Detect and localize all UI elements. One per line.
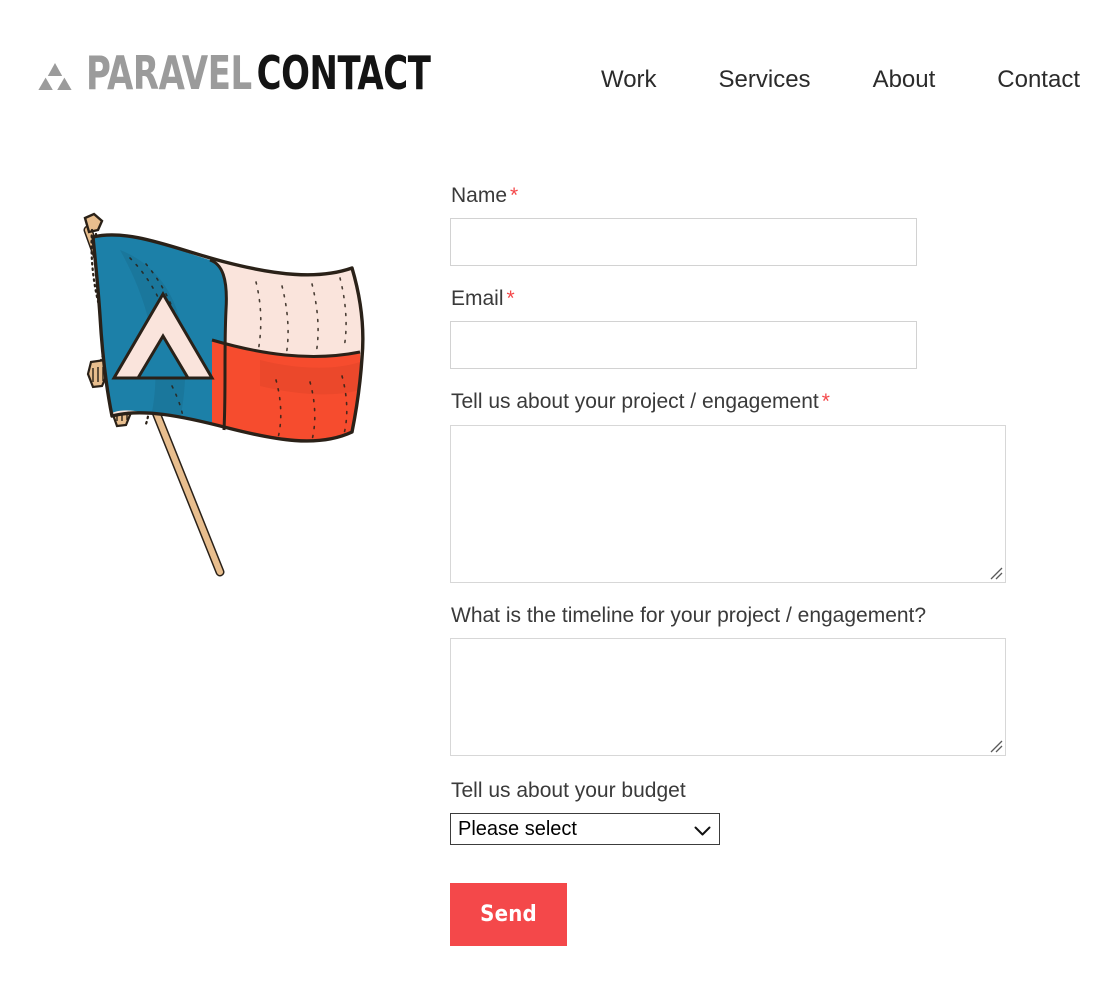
budget-label-text: Tell us about your budget	[451, 778, 686, 802]
field-group-budget: Tell us about your budget Please select	[450, 778, 1116, 845]
field-group-timeline: What is the timeline for your project / …	[450, 603, 1116, 756]
email-label: Email *	[451, 286, 1116, 311]
sierpinski-triangle-icon	[36, 61, 74, 91]
name-required-asterisk: *	[510, 184, 519, 207]
site-header: PARAVEL CONTACT Work Services About Conta…	[0, 0, 1116, 140]
field-group-email: Email *	[450, 286, 1116, 370]
timeline-label-text: What is the timeline for your project / …	[451, 603, 927, 627]
page-main: Name * Email * Tell us about your project …	[0, 140, 1116, 946]
budget-select-wrap: Please select	[450, 812, 720, 845]
nav-item-contact[interactable]: Contact	[997, 68, 1080, 92]
project-textarea-wrap	[450, 424, 1006, 583]
email-input[interactable]	[450, 321, 917, 370]
email-required-asterisk: *	[506, 287, 515, 311]
project-label: Tell us about your project / engagement *	[451, 389, 1116, 414]
field-group-name: Name *	[450, 183, 1116, 267]
timeline-label: What is the timeline for your project / …	[451, 603, 1116, 628]
illustration-column	[0, 140, 450, 590]
name-input[interactable]	[450, 218, 917, 267]
brand-logo-link[interactable]: PARAVEL CONTACT	[36, 50, 506, 140]
timeline-textarea[interactable]	[450, 637, 1006, 756]
project-required-asterisk: *	[821, 390, 830, 414]
name-label: Name *	[451, 183, 1116, 208]
brand-name: PARAVEL	[86, 46, 252, 101]
brand-wordmark: PARAVEL CONTACT	[86, 50, 431, 96]
paravel-texas-flag-illustration	[60, 190, 390, 590]
main-navigation: Work Services About Contact	[601, 68, 1080, 140]
timeline-textarea-wrap	[450, 637, 1006, 756]
page-section-title: CONTACT	[256, 46, 431, 101]
project-label-text: Tell us about your project / engagement	[451, 390, 819, 414]
send-button[interactable]: Send	[450, 882, 567, 946]
nav-item-work[interactable]: Work	[601, 68, 657, 92]
form-column: Name * Email * Tell us about your project …	[450, 140, 1116, 946]
nav-item-services[interactable]: Services	[719, 68, 811, 92]
budget-label: Tell us about your budget	[451, 778, 1116, 803]
budget-select[interactable]: Please select	[450, 812, 720, 845]
email-label-text: Email	[451, 287, 504, 311]
project-textarea[interactable]	[450, 424, 1006, 583]
nav-item-about[interactable]: About	[873, 68, 936, 92]
field-group-project: Tell us about your project / engagement *	[450, 389, 1116, 583]
name-label-text: Name	[451, 184, 508, 207]
contact-form: Name * Email * Tell us about your project …	[450, 183, 1116, 946]
